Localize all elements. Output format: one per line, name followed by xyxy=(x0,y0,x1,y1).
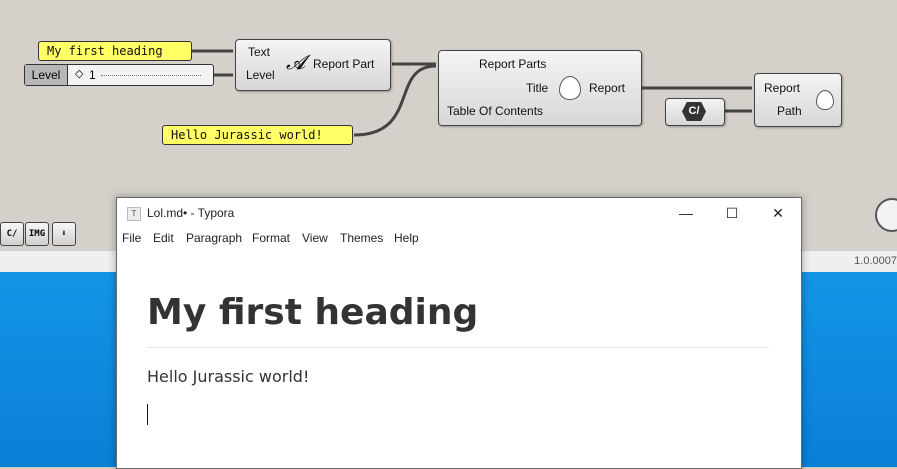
port-toc[interactable]: Table Of Contents xyxy=(447,104,543,118)
path-param[interactable]: C/ xyxy=(665,98,725,126)
slider-value: 1 xyxy=(89,68,96,82)
port-report-out[interactable]: Report xyxy=(589,81,625,95)
report-part-component[interactable]: Text Level 𝓐 Report Part xyxy=(235,39,391,91)
toolbar-image-button[interactable]: IMG xyxy=(25,222,49,246)
close-button[interactable]: ✕ xyxy=(755,198,801,228)
text-caret xyxy=(147,404,148,425)
report-component[interactable]: Report Parts Title Table Of Contents Rep… xyxy=(438,50,642,126)
menu-format[interactable]: Format xyxy=(252,231,290,245)
document-heading[interactable]: My first heading xyxy=(147,292,478,333)
menu-paragraph[interactable]: Paragraph xyxy=(186,231,242,245)
port-report-part-out[interactable]: Report Part xyxy=(313,57,374,71)
typora-icon: T xyxy=(127,207,141,221)
menu-bar: File Edit Paragraph Format View Themes H… xyxy=(117,230,801,250)
path-glyph-icon: C/ xyxy=(682,102,706,121)
egg-icon xyxy=(559,76,581,100)
port-text[interactable]: Text xyxy=(248,45,270,59)
port-writer-path[interactable]: Path xyxy=(777,104,802,118)
menu-file[interactable]: File xyxy=(122,231,141,245)
heading-panel[interactable]: My first heading xyxy=(38,41,192,61)
title-bar[interactable]: T Lol.md• - Typora — ☐ ✕ xyxy=(117,198,801,228)
heading-divider xyxy=(147,347,769,348)
maximize-button[interactable]: ☐ xyxy=(709,198,755,228)
toolbar-download-button[interactable]: ⬇ xyxy=(52,222,76,246)
menu-themes[interactable]: Themes xyxy=(340,231,383,245)
report-writer-component[interactable]: Report Path xyxy=(754,73,842,127)
slider-track[interactable] xyxy=(101,75,201,76)
report-part-icon: 𝓐 xyxy=(286,52,306,74)
version-label: 1.0.0007 xyxy=(854,255,897,267)
menu-view[interactable]: View xyxy=(302,231,328,245)
toolbar-path-button[interactable]: C/ xyxy=(0,222,24,246)
port-report-parts[interactable]: Report Parts xyxy=(479,57,546,71)
level-slider[interactable]: Level ◇ 1 xyxy=(24,64,214,86)
menu-help[interactable]: Help xyxy=(394,231,419,245)
port-title[interactable]: Title xyxy=(526,81,548,95)
slider-label: Level xyxy=(25,65,68,85)
minimize-button[interactable]: — xyxy=(663,198,709,228)
document-paragraph[interactable]: Hello Jurassic world! xyxy=(147,367,309,386)
port-level[interactable]: Level xyxy=(246,68,275,82)
typora-window[interactable]: T Lol.md• - Typora — ☐ ✕ File Edit Parag… xyxy=(116,197,802,469)
writer-egg-icon xyxy=(816,90,834,110)
window-title: Lol.md• - Typora xyxy=(147,206,235,220)
diamond-icon: ◇ xyxy=(75,68,84,80)
menu-edit[interactable]: Edit xyxy=(153,231,174,245)
text-panel[interactable]: Hello Jurassic world! xyxy=(162,125,353,145)
port-writer-report[interactable]: Report xyxy=(764,81,800,95)
